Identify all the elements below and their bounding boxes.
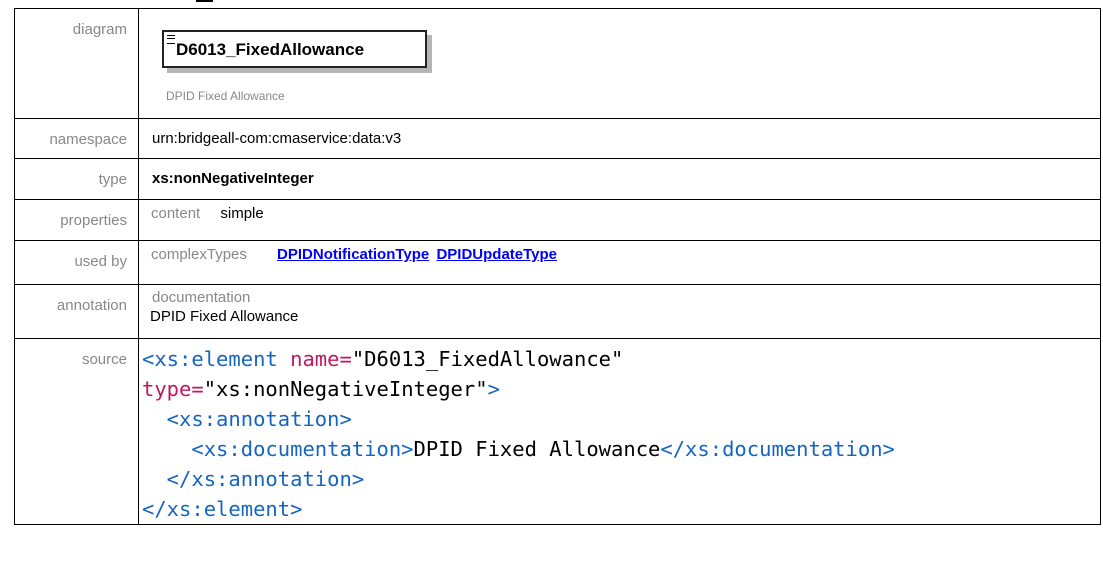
label-type: type xyxy=(14,158,139,200)
label-diagram: diagram xyxy=(14,8,139,119)
element-doc: DPID Fixed Allowance xyxy=(166,89,285,103)
row-namespace: namespace urn:bridgeall-com:cmaservice:d… xyxy=(14,118,1101,159)
row-diagram: diagram D6013_FixedAllowance DPID Fixed … xyxy=(14,8,1101,119)
annotation-documentation-label: documentation xyxy=(152,289,251,306)
source-code: <xs:element name="D6013_FixedAllowance" … xyxy=(142,339,1100,524)
element-box[interactable]: D6013_FixedAllowance xyxy=(162,30,427,68)
row-used-by: used by complexTypes DPIDNotificationTyp… xyxy=(14,240,1101,285)
element-lines-icon xyxy=(167,35,175,44)
used-by-cell: complexTypes DPIDNotificationType DPIDUp… xyxy=(138,240,1101,285)
used-by-complextypes-label: complexTypes xyxy=(151,246,247,263)
annotation-cell: documentation DPID Fixed Allowance xyxy=(138,284,1101,339)
source-cell: <xs:element name="D6013_FixedAllowance" … xyxy=(138,338,1101,525)
code-l2-close: > xyxy=(487,377,500,401)
type-value: xs:nonNegativeInteger xyxy=(152,170,314,187)
code-l4-close: </xs:documentation> xyxy=(660,437,895,461)
code-l1-val: "D6013_FixedAllowance" xyxy=(351,347,624,371)
label-namespace: namespace xyxy=(14,118,139,159)
label-annotation: annotation xyxy=(14,284,139,339)
label-source: source xyxy=(14,338,139,525)
row-source: source <xs:element name="D6013_FixedAllo… xyxy=(14,338,1101,525)
namespace-value: urn:bridgeall-com:cmaservice:data:v3 xyxy=(152,130,402,147)
link-dpidnotificationtype[interactable]: DPIDNotificationType xyxy=(277,246,429,263)
diagram-cell: D6013_FixedAllowance DPID Fixed Allowanc… xyxy=(138,8,1101,119)
annotation-text: DPID Fixed Allowance xyxy=(150,308,299,325)
code-l2-attr: type= xyxy=(142,377,204,401)
link-dpidupdatetype[interactable]: DPIDUpdateType xyxy=(436,246,557,263)
namespace-cell: urn:bridgeall-com:cmaservice:data:v3 xyxy=(138,118,1101,159)
code-l3: <xs:annotation> xyxy=(142,407,352,431)
row-properties: properties content simple xyxy=(14,199,1101,241)
row-type: type xs:nonNegativeInteger xyxy=(14,158,1101,200)
properties-cell: content simple xyxy=(138,199,1101,241)
label-used-by: used by xyxy=(14,240,139,285)
code-l4-open: <xs:documentation> xyxy=(142,437,414,461)
code-l1-attr: name= xyxy=(290,347,352,371)
type-cell: xs:nonNegativeInteger xyxy=(138,158,1101,200)
code-l1-tag: <xs:element xyxy=(142,347,291,371)
code-l4-text: DPID Fixed Allowance xyxy=(413,437,661,461)
top-edge-fragment xyxy=(196,0,213,2)
diagram: D6013_FixedAllowance DPID Fixed Allowanc… xyxy=(139,9,1100,118)
label-properties: properties xyxy=(14,199,139,241)
row-annotation: annotation documentation DPID Fixed Allo… xyxy=(14,284,1101,339)
code-l5: </xs:annotation> xyxy=(142,467,365,491)
properties-content-value: simple xyxy=(220,205,264,222)
element-name: D6013_FixedAllowance xyxy=(176,40,365,59)
code-l6: </xs:element> xyxy=(142,497,303,521)
properties-content-label: content xyxy=(151,205,201,222)
code-l2-val: "xs:nonNegativeInteger" xyxy=(203,377,488,401)
schema-doc-table: diagram D6013_FixedAllowance DPID Fixed … xyxy=(14,8,1101,525)
